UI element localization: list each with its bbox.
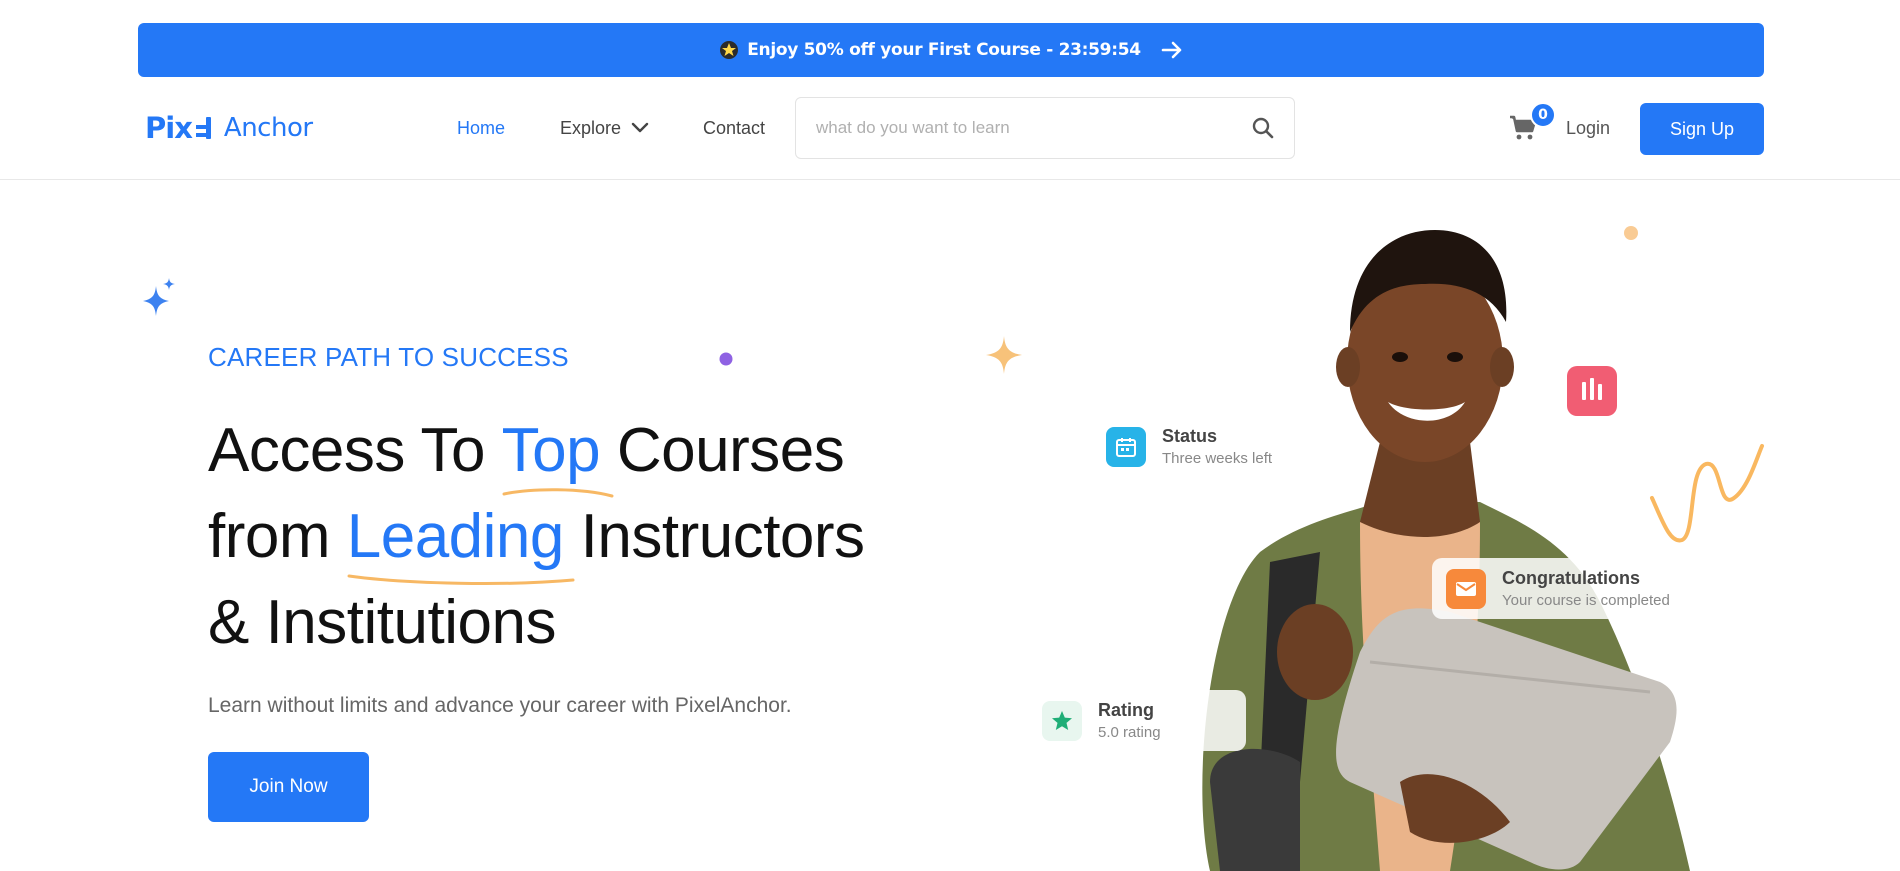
congrats-card: Congratulations Your course is completed: [1432, 558, 1710, 619]
highlight-word: Leading: [346, 502, 565, 571]
search-icon[interactable]: [1252, 117, 1274, 139]
headline-text: from: [208, 502, 347, 571]
signup-button[interactable]: Sign Up: [1640, 103, 1764, 155]
login-link[interactable]: Login: [1566, 118, 1610, 139]
underline-decoration: [347, 574, 575, 585]
headline-line-2: from Leading Instructors: [208, 494, 988, 585]
nav-explore-label: Explore: [560, 118, 622, 138]
cart-count-badge: 0: [1530, 102, 1556, 128]
headline-line-1: Access To Top Courses: [208, 408, 988, 498]
star-emoji-icon: [719, 40, 739, 60]
congrats-subtitle: Your course is completed: [1502, 592, 1670, 609]
star-icon: [1042, 700, 1082, 741]
purple-dot: [719, 351, 733, 370]
arrow-right-icon[interactable]: [1161, 41, 1183, 59]
headline-text: Courses: [600, 416, 845, 485]
logo[interactable]: Pix Anchor: [145, 108, 313, 148]
cart-icon: [1508, 115, 1538, 146]
cart-button[interactable]: 0: [1508, 102, 1556, 146]
sparkle-icon: [138, 276, 178, 322]
rating-subtitle: 5.0 rating: [1098, 724, 1161, 741]
rating-card: Rating 5.0 rating: [1028, 690, 1246, 751]
hero-headline: Access To Top Courses from Leading Instr…: [208, 408, 988, 666]
headline-text: Access To: [208, 416, 502, 485]
status-card: Status Three weeks left: [1092, 416, 1312, 477]
promo-text: Enjoy 50% off your First Course - 23:59:…: [747, 40, 1141, 60]
search-box: [795, 97, 1295, 159]
status-subtitle: Three weeks left: [1162, 450, 1273, 467]
join-now-button[interactable]: Join Now: [208, 752, 369, 822]
site-header: Pix Anchor Home Explore Contact 0 Login …: [0, 90, 1900, 180]
logo-mark-icon: [194, 113, 218, 143]
logo-text-left: Pix: [145, 111, 193, 145]
chevron-down-icon: [631, 118, 649, 139]
calendar-icon: [1106, 426, 1146, 467]
congrats-title: Congratulations: [1502, 568, 1640, 588]
hero-eyebrow: CAREER PATH TO SUCCESS: [208, 342, 569, 372]
mail-icon: [1446, 568, 1486, 609]
hero-subtitle: Learn without limits and advance your ca…: [208, 694, 792, 717]
nav-home[interactable]: Home: [457, 118, 505, 139]
rating-title: Rating: [1098, 700, 1154, 720]
nav-contact[interactable]: Contact: [703, 118, 765, 139]
search-input[interactable]: [816, 118, 1252, 138]
nav-explore[interactable]: Explore: [560, 118, 649, 139]
orange-sparkle-icon: [984, 334, 1024, 380]
headline-line-3: & Institutions: [208, 588, 556, 657]
highlight-word: Top: [501, 416, 601, 485]
headline-text: Instructors: [563, 502, 865, 571]
bar-chart-icon: [1565, 364, 1619, 422]
promo-banner[interactable]: Enjoy 50% off your First Course - 23:59:…: [138, 23, 1764, 77]
headline-highlight-leading: Leading: [346, 494, 575, 585]
status-title: Status: [1162, 426, 1218, 446]
logo-text-right: Anchor: [223, 113, 313, 143]
headline-highlight-top: Top: [501, 408, 614, 498]
student-photo: [1202, 230, 1690, 871]
